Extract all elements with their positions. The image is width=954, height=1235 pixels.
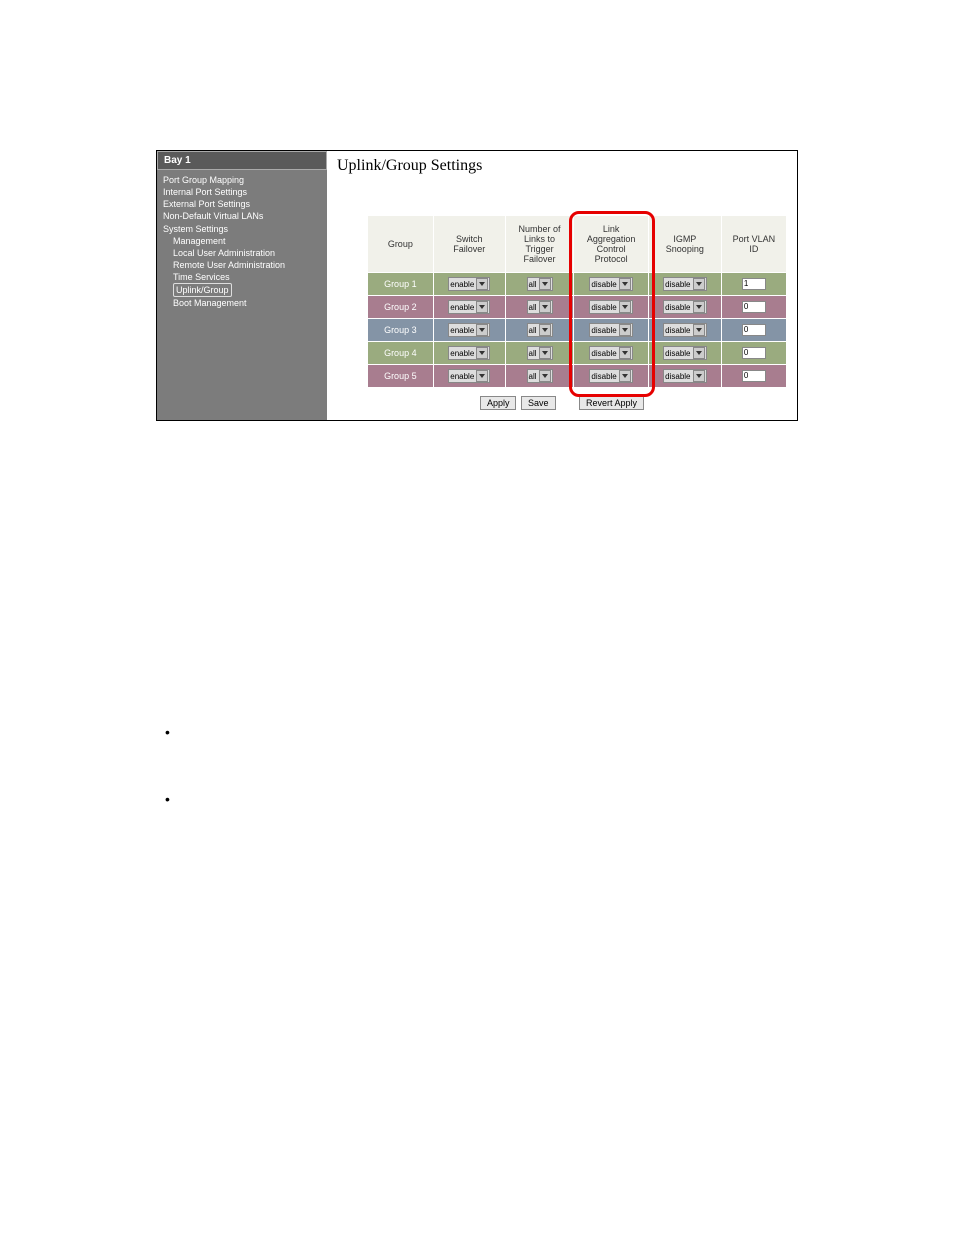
sidebar-title: Bay 1 xyxy=(157,151,327,170)
chevron-down-icon xyxy=(693,301,705,313)
links-trigger-dropdown[interactable]: all xyxy=(527,369,553,383)
chevron-down-icon xyxy=(693,324,705,336)
group-cell: Group 5 xyxy=(368,365,434,388)
sidebar-item[interactable]: Internal Port Settings xyxy=(163,186,321,198)
igmp-snooping-dropdown[interactable]: disable xyxy=(663,323,706,337)
sidebar-item[interactable]: Time Services xyxy=(163,271,321,283)
chevron-down-icon xyxy=(693,347,705,359)
page-title: Uplink/Group Settings xyxy=(337,157,787,175)
paragraph: Multiple IP Multicast addresses map to a… xyxy=(157,856,797,934)
apply-button[interactable]: Apply xyxy=(480,396,517,410)
switch-failover-dropdown[interactable]: enable xyxy=(448,323,490,337)
table-row: Group 1 enable all disable disable 1 xyxy=(368,273,787,296)
chevron-down-icon xyxy=(539,324,551,336)
chevron-down-icon xyxy=(539,370,551,382)
main-panel: Uplink/Group Settings GroupSwitch Failov… xyxy=(327,151,797,420)
links-trigger-dropdown[interactable]: all xyxy=(527,323,553,337)
table-row: Group 2 enable all disable disable 0 xyxy=(368,296,787,319)
heading-igmp: IGMP Snooping xyxy=(157,600,797,620)
chevron-down-icon xyxy=(619,278,631,290)
sidebar-item[interactable]: Non-Default Virtual LANs xyxy=(163,210,321,222)
button-row: Apply Save Revert Apply xyxy=(337,396,787,410)
sidebar-item[interactable]: System Settings xyxy=(163,223,321,235)
chevron-down-icon xyxy=(619,370,631,382)
lacp-dropdown[interactable]: disable xyxy=(589,346,632,360)
uplink-group-screenshot: Bay 1 Port Group MappingInternal Port Se… xyxy=(156,150,798,421)
sidebar-item[interactable]: External Port Settings xyxy=(163,198,321,210)
vlan-id-input[interactable]: 0 xyxy=(742,347,766,359)
sidebar-item[interactable]: Local User Administration xyxy=(163,247,321,259)
group-cell: Group 3 xyxy=(368,319,434,342)
igmp-snooping-dropdown[interactable]: disable xyxy=(663,277,706,291)
paragraph: IGMP Snooping allows the interconnect mo… xyxy=(157,632,797,710)
group-cell: Group 1 xyxy=(368,273,434,296)
sidebar-item[interactable]: Management xyxy=(163,235,321,247)
column-header: Switch Failover xyxy=(433,216,505,273)
column-header: Group xyxy=(368,216,434,273)
group-cell: Group 4 xyxy=(368,342,434,365)
vlan-id-input[interactable]: 0 xyxy=(742,370,766,382)
vlan-id-input[interactable]: 1 xyxy=(742,278,766,290)
switch-failover-dropdown[interactable]: enable xyxy=(448,346,490,360)
chevron-down-icon xyxy=(476,370,488,382)
chevron-down-icon xyxy=(476,278,488,290)
column-header: Link Aggregation Control Protocol xyxy=(574,216,649,273)
links-trigger-dropdown[interactable]: all xyxy=(527,300,553,314)
chevron-down-icon xyxy=(539,278,551,290)
table-row: Group 3 enable all disable disable 0 xyxy=(368,319,787,342)
chevron-down-icon xyxy=(539,301,551,313)
sidebar: Bay 1 Port Group MappingInternal Port Se… xyxy=(157,151,327,420)
chevron-down-icon xyxy=(476,347,488,359)
chevron-down-icon xyxy=(693,278,705,290)
chevron-down-icon xyxy=(693,370,705,382)
paragraph: The LACP feature is useful for configuri… xyxy=(157,451,797,529)
igmp-snooping-dropdown[interactable]: disable xyxy=(663,346,706,360)
settings-table: GroupSwitch FailoverNumber of Links to T… xyxy=(367,215,787,388)
sidebar-item[interactable]: Uplink/Group xyxy=(163,283,321,297)
lacp-dropdown[interactable]: disable xyxy=(589,369,632,383)
save-button[interactable]: Save xyxy=(521,396,556,410)
table-row: Group 5 enable all disable disable 0 xyxy=(368,365,787,388)
group-cell: Group 2 xyxy=(368,296,434,319)
lacp-dropdown[interactable]: disable xyxy=(589,300,632,314)
document-body: The LACP feature is useful for configuri… xyxy=(157,451,797,934)
chevron-down-icon xyxy=(539,347,551,359)
lacp-dropdown[interactable]: disable xyxy=(589,323,632,337)
chevron-down-icon xyxy=(619,301,631,313)
links-trigger-dropdown[interactable]: all xyxy=(527,277,553,291)
column-header: Port VLAN ID xyxy=(721,216,786,273)
sidebar-item[interactable]: Remote User Administration xyxy=(163,259,321,271)
vlan-id-input[interactable]: 0 xyxy=(742,301,766,313)
paragraph: If LACP is enabled for a port group, at … xyxy=(157,541,797,580)
table-row: Group 4 enable all disable disable 0 xyxy=(368,342,787,365)
bullet-item: If you are running multiple interconnect… xyxy=(165,722,797,761)
column-header: IGMP Snooping xyxy=(648,216,721,273)
sidebar-item[interactable]: Port Group Mapping xyxy=(163,174,321,186)
links-trigger-dropdown[interactable]: all xyxy=(527,346,553,360)
sidebar-item[interactable]: Boot Management xyxy=(163,297,321,309)
switch-failover-dropdown[interactable]: enable xyxy=(448,300,490,314)
sidebar-items: Port Group MappingInternal Port Settings… xyxy=(157,170,327,314)
chevron-down-icon xyxy=(619,347,631,359)
chevron-down-icon xyxy=(476,301,488,313)
revert-apply-button[interactable]: Revert Apply xyxy=(579,396,644,410)
switch-failover-dropdown[interactable]: enable xyxy=(448,277,490,291)
vlan-id-input[interactable]: 0 xyxy=(742,324,766,336)
chevron-down-icon xyxy=(619,324,631,336)
igmp-snooping-dropdown[interactable]: disable xyxy=(663,300,706,314)
switch-failover-dropdown[interactable]: enable xyxy=(448,369,490,383)
bullet-item: IGMP Snooping uses IP Multicast addresse… xyxy=(165,789,797,828)
igmp-snooping-dropdown[interactable]: disable xyxy=(663,369,706,383)
lacp-dropdown[interactable]: disable xyxy=(589,277,632,291)
column-header: Number of Links to Trigger Failover xyxy=(505,216,573,273)
chevron-down-icon xyxy=(476,324,488,336)
